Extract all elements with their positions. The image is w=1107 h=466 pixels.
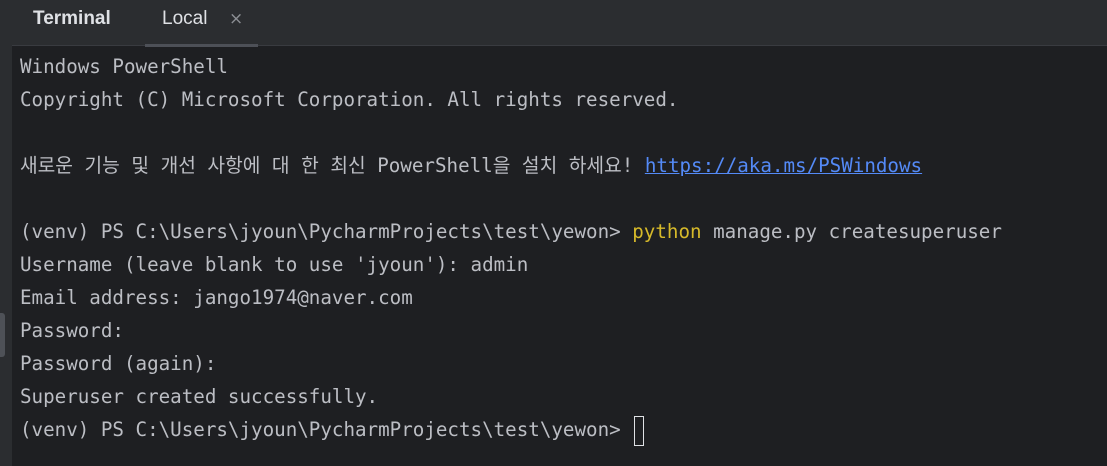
terminal-window: Terminal Local × Windows PowerShell Copy… (0, 0, 1107, 466)
output-line: Copyright (C) Microsoft Corporation. All… (20, 88, 679, 111)
update-message: 새로운 기능 및 개선 사항에 대 한 최신 PowerShell을 설치 하세… (20, 154, 645, 177)
terminal-output[interactable]: Windows PowerShell Copyright (C) Microso… (20, 50, 1100, 446)
tab-label[interactable]: Local (162, 0, 207, 38)
output-line: Superuser created successfully. (20, 385, 379, 408)
left-tool-strip (0, 0, 12, 466)
tab-local[interactable]: Local × (145, 0, 258, 47)
output-line: Email address: jango1974@naver.com (20, 286, 413, 309)
terminal-header: Terminal Local × (12, 0, 1107, 47)
resize-handle[interactable] (0, 313, 5, 357)
prompt: (venv) PS C:\Users\jyoun\PycharmProjects… (20, 418, 633, 441)
output-line: Windows PowerShell (20, 55, 228, 78)
close-icon[interactable]: × (229, 0, 243, 38)
prompt: (venv) PS C:\Users\jyoun\PycharmProjects… (20, 220, 633, 243)
output-line: Password: (20, 319, 124, 342)
active-prompt-line[interactable]: (venv) PS C:\Users\jyoun\PycharmProjects… (20, 413, 1100, 446)
command-name: python (632, 220, 702, 243)
output-line: Password (again): (20, 352, 217, 375)
text-cursor[interactable] (634, 415, 645, 446)
output-line: 새로운 기능 및 개선 사항에 대 한 최신 PowerShell을 설치 하세… (20, 149, 1100, 182)
tool-window-title: Terminal (33, 8, 111, 29)
command-line: (venv) PS C:\Users\jyoun\PycharmProjects… (20, 215, 1100, 248)
command-args: manage.py createsuperuser (701, 220, 1002, 243)
active-tab-indicator (145, 44, 258, 47)
output-line: Username (leave blank to use 'jyoun'): a… (20, 253, 529, 276)
ps-windows-link[interactable]: https://aka.ms/PSWindows (645, 154, 922, 177)
